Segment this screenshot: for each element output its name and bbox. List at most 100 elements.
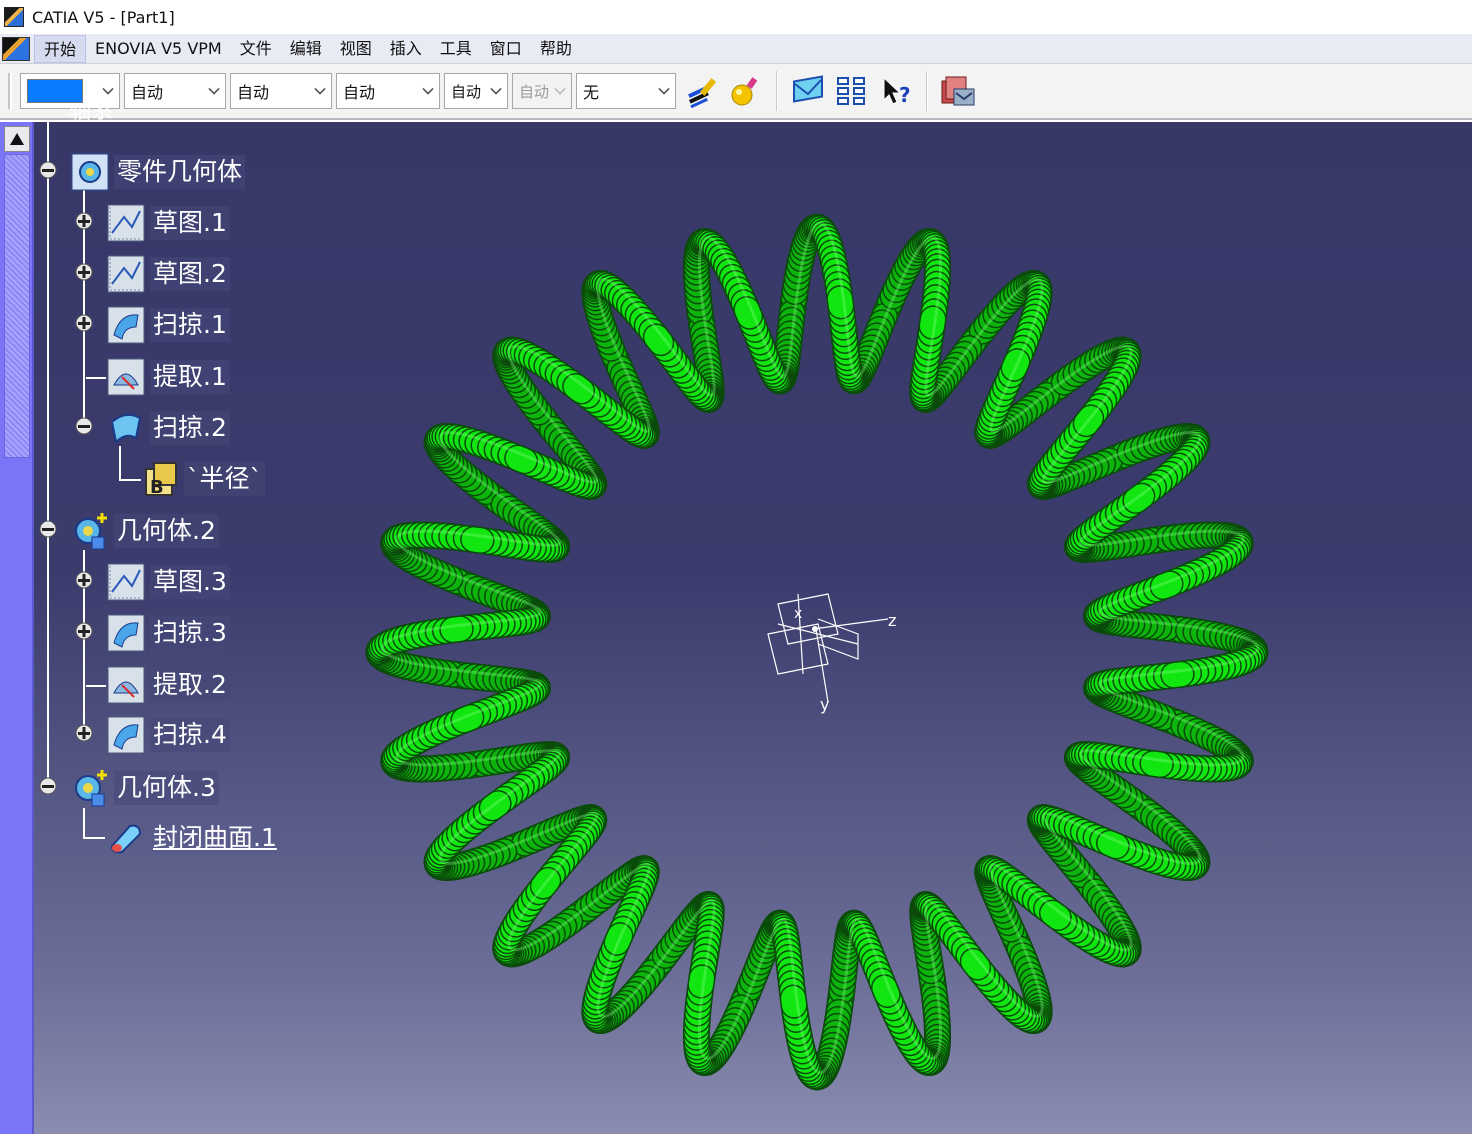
sweep-icon: [106, 305, 146, 345]
line-thickness-combo[interactable]: 自动: [230, 73, 332, 109]
tree-connector: [119, 446, 121, 480]
scroll-up-button[interactable]: [4, 126, 30, 152]
axis-compass[interactable]: x z y: [758, 584, 908, 714]
expand-icon[interactable]: [74, 211, 94, 231]
menu-insert[interactable]: 插入: [381, 35, 431, 63]
tree-connector: [119, 479, 141, 481]
sketch-icon: [106, 203, 146, 243]
render-style-combo[interactable]: 无: [576, 73, 676, 109]
axis-y-label: y: [820, 695, 829, 714]
menu-start[interactable]: 开始: [34, 34, 87, 63]
chevron-down-icon: [208, 83, 220, 95]
tree-connector: [83, 837, 105, 839]
tree-node-body-2[interactable]: 几何体.2: [70, 509, 219, 553]
collapse-icon[interactable]: [38, 160, 58, 180]
expand-icon[interactable]: [74, 262, 94, 282]
expand-icon[interactable]: [74, 570, 94, 590]
tree-node-sweep-2[interactable]: 扫掠.2: [106, 406, 230, 450]
title-bar: CATIA V5 - [Part1]: [0, 0, 1472, 34]
sketch-icon: [106, 562, 146, 602]
sweep-surface-icon: [106, 408, 146, 448]
tree-node-sweep-4[interactable]: 扫掠.4: [106, 713, 230, 757]
tree-node-sweep-1[interactable]: 扫掠.1: [106, 303, 230, 347]
menu-file[interactable]: 文件: [231, 35, 281, 63]
menu-enovia[interactable]: ENOVIA V5 VPM: [86, 35, 231, 63]
tree-node-part-body[interactable]: 零件几何体: [70, 150, 246, 194]
layer-value: 自动: [519, 82, 549, 101]
expand-icon[interactable]: [74, 313, 94, 333]
point-type-combo[interactable]: 自动: [444, 73, 508, 109]
toroidal-coil-model[interactable]: [34, 122, 1472, 1134]
render-style-value: 无: [583, 83, 600, 102]
menu-help[interactable]: 帮助: [531, 35, 581, 63]
tree-node-sweep-3[interactable]: 扫掠.3: [106, 611, 230, 655]
collapse-icon[interactable]: [74, 416, 94, 436]
scroll-thumb[interactable]: [4, 154, 30, 458]
tree-node-label: 几何体.3: [114, 771, 219, 805]
tree-node-sketch-3[interactable]: 草图.3: [106, 560, 230, 604]
tree-node-sketch-1[interactable]: 草图.1: [106, 201, 230, 245]
light-bulb-icon[interactable]: [728, 73, 764, 109]
tree-node-label: 扫掠.1: [150, 308, 230, 342]
whats-this-help-icon[interactable]: ?: [878, 73, 914, 109]
geometrical-set-icon: [70, 768, 110, 808]
catia-logo-icon: [4, 7, 24, 27]
collapse-icon[interactable]: [38, 776, 58, 796]
tree-node-sketch-2[interactable]: 草图.2: [106, 252, 230, 296]
tree-connector: [83, 808, 85, 838]
extract-icon: [106, 357, 146, 397]
point-type-value: 自动: [451, 82, 482, 101]
svg-text:?: ?: [899, 83, 911, 107]
transparency-combo[interactable]: 自动: [124, 73, 226, 109]
line-type-combo[interactable]: 自动: [336, 73, 440, 109]
expand-icon[interactable]: [74, 723, 94, 743]
tree-node-axis-system[interactable]: 轴系: [66, 106, 116, 132]
body-icon: [70, 152, 110, 192]
chevron-down-icon: [102, 83, 114, 95]
menu-view[interactable]: 视图: [331, 35, 381, 63]
menu-tools[interactable]: 工具: [431, 35, 481, 63]
tree-node-extract-1[interactable]: 提取.1: [106, 355, 230, 399]
grid-icon[interactable]: [834, 73, 870, 109]
3d-viewport[interactable]: x z y: [34, 122, 1472, 1134]
sketch-icon: [106, 254, 146, 294]
chevron-down-icon: [658, 83, 670, 95]
line-type-value: 自动: [343, 83, 376, 102]
tree-node-label: 零件几何体: [114, 155, 246, 189]
graphic-properties-toolbar: 自动 自动 自动 自动 自动 无 ?: [0, 64, 1472, 120]
sweep-icon: [106, 613, 146, 653]
chevron-down-icon: [554, 83, 566, 95]
axis-x-label: x: [794, 606, 802, 622]
tree-scrollbar[interactable]: [0, 122, 34, 1134]
toolbar-grip[interactable]: [8, 73, 12, 109]
color-combo[interactable]: [20, 73, 120, 109]
catia-menu-logo-icon[interactable]: [2, 36, 30, 61]
collapse-icon[interactable]: [38, 519, 58, 539]
tree-node-body-3[interactable]: 几何体.3: [70, 766, 219, 810]
menu-window[interactable]: 窗口: [481, 35, 531, 63]
tree-node-extract-2[interactable]: 提取.2: [106, 663, 230, 707]
catalog-icon[interactable]: [940, 73, 976, 109]
toolbar-separator: [926, 71, 928, 111]
parameter-icon: B: [140, 459, 180, 499]
tree-connector: [86, 377, 106, 379]
svg-text:B: B: [150, 477, 164, 498]
tree-node-radius-parameter[interactable]: B `半径`: [140, 457, 266, 501]
tree-node-label: 轴系: [69, 106, 114, 124]
brush-icon[interactable]: [684, 73, 720, 109]
chevron-down-icon: [490, 83, 502, 95]
chevron-down-icon: [422, 83, 434, 95]
envelope-icon[interactable]: [790, 73, 826, 109]
tree-node-label: 草图.1: [150, 206, 230, 240]
line-thickness-value: 自动: [237, 83, 270, 102]
window-title: CATIA V5 - [Part1]: [32, 7, 175, 27]
tree-node-label: 扫掠.4: [150, 718, 230, 752]
tree-node-label: 草图.2: [150, 257, 230, 291]
triangle-up-icon: [10, 133, 24, 145]
layer-combo: 自动: [512, 73, 572, 109]
tree-node-close-surface-1[interactable]: 封闭曲面.1: [106, 816, 280, 860]
menu-edit[interactable]: 编辑: [281, 35, 331, 63]
expand-icon[interactable]: [74, 621, 94, 641]
color-swatch: [27, 79, 83, 103]
tree-node-label: 封闭曲面.1: [150, 821, 280, 855]
